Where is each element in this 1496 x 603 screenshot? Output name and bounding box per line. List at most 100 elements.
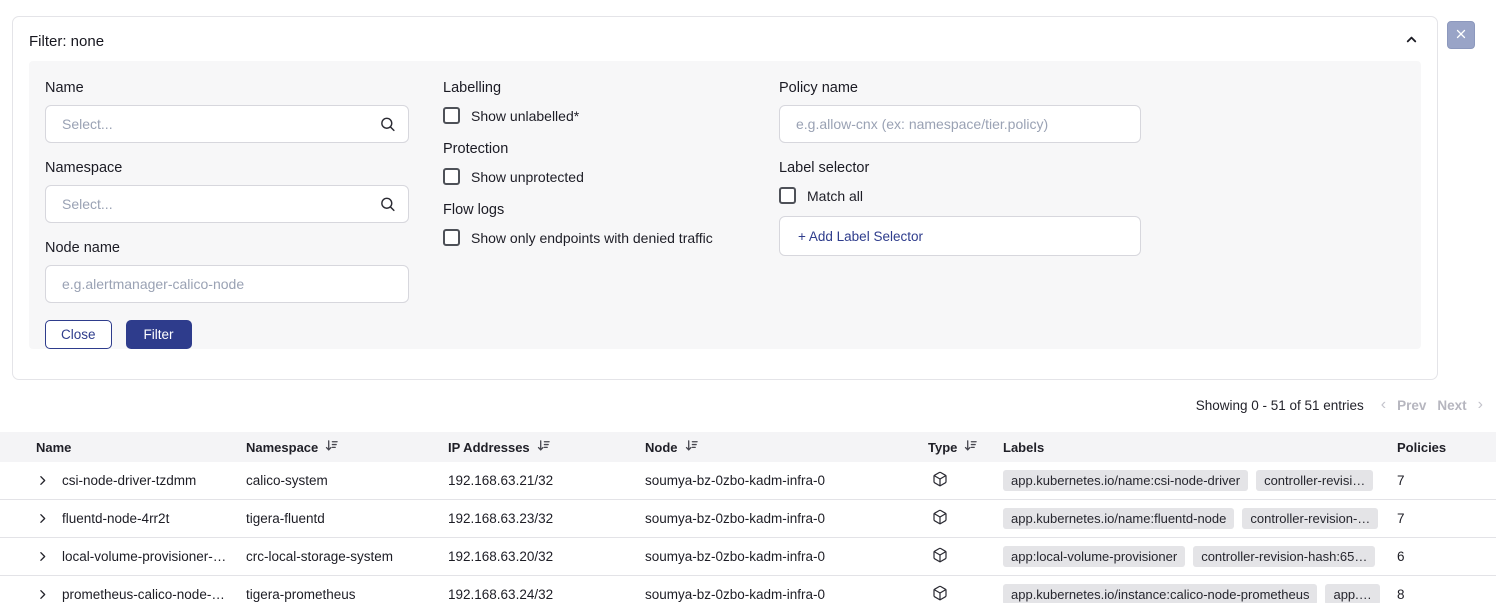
- filter-column-right: Policy name Label selector Match all + A…: [779, 80, 1141, 349]
- pagination-bar: Showing 0 - 51 of 51 entries ‹ Prev Next…: [1196, 397, 1483, 413]
- node-name-label: Node name: [45, 240, 409, 256]
- endpoint-name: fluentd-node-4rr2t: [62, 511, 169, 526]
- policy-name-input[interactable]: [779, 105, 1141, 143]
- denied-traffic-label: Show only endpoints with denied traffic: [471, 230, 713, 246]
- match-all-checkbox-row[interactable]: Match all: [779, 187, 1141, 204]
- endpoint-namespace: calico-system: [246, 473, 448, 488]
- match-all-label: Match all: [807, 188, 863, 204]
- label-selector-label: Label selector: [779, 160, 1141, 176]
- sort-icon[interactable]: [325, 439, 338, 455]
- endpoint-policies-count: 7: [1397, 511, 1496, 526]
- endpoint-policies-count: 6: [1397, 549, 1496, 564]
- endpoint-namespace: tigera-fluentd: [246, 511, 448, 526]
- next-button[interactable]: Next: [1437, 398, 1466, 413]
- label-chip: app:local-volume-provisioner: [1003, 546, 1185, 567]
- col-header-namespace[interactable]: Namespace: [246, 439, 448, 455]
- filter-column-left: Name Namespace Node name: [45, 80, 409, 349]
- filter-button[interactable]: Filter: [126, 320, 192, 349]
- workload-cube-icon: [932, 471, 948, 490]
- label-chip: app.…: [1325, 584, 1379, 603]
- name-label: Name: [45, 80, 409, 96]
- col-header-name: Name: [0, 440, 246, 455]
- endpoint-ip: 192.168.63.21/32: [448, 473, 645, 488]
- row-expand-chevron-icon[interactable]: [36, 512, 49, 525]
- table-row[interactable]: fluentd-node-4rr2t tigera-fluentd 192.16…: [0, 500, 1496, 538]
- panel-close-button[interactable]: [1447, 21, 1475, 49]
- col-header-type[interactable]: Type: [928, 439, 1003, 455]
- col-header-labels: Labels: [1003, 440, 1397, 455]
- table-header: Name Namespace IP Addresses Node: [0, 432, 1496, 462]
- endpoint-ip: 192.168.63.20/32: [448, 549, 645, 564]
- col-header-policies: Policies: [1397, 440, 1496, 455]
- endpoint-ip: 192.168.63.24/32: [448, 587, 645, 602]
- label-chip: app.kubernetes.io/name:fluentd-node: [1003, 508, 1234, 529]
- table-row[interactable]: local-volume-provisioner-… crc-local-sto…: [0, 538, 1496, 576]
- workload-cube-icon: [932, 509, 948, 528]
- endpoints-page: Filter: none Name Namespace: [0, 0, 1496, 603]
- endpoint-name: local-volume-provisioner-…: [62, 549, 226, 564]
- sort-icon[interactable]: [537, 439, 550, 455]
- label-chip: app.kubernetes.io/name:csi-node-driver: [1003, 470, 1248, 491]
- endpoint-name: csi-node-driver-tzdmm: [62, 473, 196, 488]
- endpoint-name: prometheus-calico-node-…: [62, 587, 225, 602]
- endpoint-node: soumya-bz-0zbo-kadm-infra-0: [645, 587, 928, 602]
- label-chip: controller-revision-hash:65…: [1193, 546, 1375, 567]
- sort-icon[interactable]: [685, 439, 698, 455]
- filter-panel-header: Filter: none: [13, 17, 1437, 61]
- endpoint-node: soumya-bz-0zbo-kadm-infra-0: [645, 473, 928, 488]
- sort-icon[interactable]: [964, 439, 977, 455]
- filter-column-middle: Labelling Show unlabelled* Protection Sh…: [443, 80, 745, 349]
- search-icon: [379, 116, 396, 133]
- denied-traffic-checkbox-row[interactable]: Show only endpoints with denied traffic: [443, 229, 745, 246]
- match-all-checkbox[interactable]: [779, 187, 796, 204]
- denied-traffic-checkbox[interactable]: [443, 229, 460, 246]
- row-expand-chevron-icon[interactable]: [36, 550, 49, 563]
- filter-title: Filter: none: [29, 33, 104, 50]
- workload-cube-icon: [932, 585, 948, 603]
- prev-chevron-icon[interactable]: ‹: [1381, 397, 1386, 413]
- col-header-node[interactable]: Node: [645, 439, 928, 455]
- endpoints-table: Name Namespace IP Addresses Node: [0, 432, 1496, 603]
- label-chip: controller-revisi…: [1256, 470, 1373, 491]
- row-expand-chevron-icon[interactable]: [36, 588, 49, 601]
- namespace-select-input[interactable]: [45, 185, 409, 223]
- next-chevron-icon[interactable]: ›: [1478, 397, 1483, 413]
- name-select-input[interactable]: [45, 105, 409, 143]
- show-unprotected-checkbox[interactable]: [443, 168, 460, 185]
- endpoint-namespace: tigera-prometheus: [246, 587, 448, 602]
- filter-panel: Filter: none Name Namespace: [12, 16, 1438, 380]
- show-unlabelled-checkbox[interactable]: [443, 107, 460, 124]
- endpoint-node: soumya-bz-0zbo-kadm-infra-0: [645, 549, 928, 564]
- namespace-label: Namespace: [45, 160, 409, 176]
- label-chip: app.kubernetes.io/instance:calico-node-p…: [1003, 584, 1317, 603]
- show-unlabelled-label: Show unlabelled*: [471, 108, 579, 124]
- show-unlabelled-checkbox-row[interactable]: Show unlabelled*: [443, 107, 745, 124]
- show-unprotected-checkbox-row[interactable]: Show unprotected: [443, 168, 745, 185]
- add-label-selector-button[interactable]: + Add Label Selector: [779, 216, 1141, 256]
- table-row[interactable]: prometheus-calico-node-… tigera-promethe…: [0, 576, 1496, 603]
- workload-cube-icon: [932, 547, 948, 566]
- endpoint-node: soumya-bz-0zbo-kadm-infra-0: [645, 511, 928, 526]
- node-name-input[interactable]: [45, 265, 409, 303]
- endpoint-policies-count: 8: [1397, 587, 1496, 602]
- prev-button[interactable]: Prev: [1397, 398, 1426, 413]
- label-chip: controller-revision-…: [1242, 508, 1378, 529]
- search-icon: [379, 196, 396, 213]
- endpoint-ip: 192.168.63.23/32: [448, 511, 645, 526]
- chevron-up-icon: [1404, 32, 1419, 50]
- labelling-label: Labelling: [443, 80, 745, 96]
- endpoint-namespace: crc-local-storage-system: [246, 549, 448, 564]
- filter-collapse-button[interactable]: [1402, 30, 1421, 52]
- policy-name-label: Policy name: [779, 80, 1141, 96]
- row-expand-chevron-icon[interactable]: [36, 474, 49, 487]
- table-row[interactable]: csi-node-driver-tzdmm calico-system 192.…: [0, 462, 1496, 500]
- filter-form: Name Namespace Node name: [29, 61, 1421, 349]
- flow-logs-label: Flow logs: [443, 202, 745, 218]
- close-icon: [1455, 28, 1467, 43]
- col-header-ip-addresses[interactable]: IP Addresses: [448, 439, 645, 455]
- protection-label: Protection: [443, 141, 745, 157]
- endpoint-policies-count: 7: [1397, 473, 1496, 488]
- show-unprotected-label: Show unprotected: [471, 169, 584, 185]
- entries-summary: Showing 0 - 51 of 51 entries: [1196, 398, 1364, 413]
- close-button[interactable]: Close: [45, 320, 112, 349]
